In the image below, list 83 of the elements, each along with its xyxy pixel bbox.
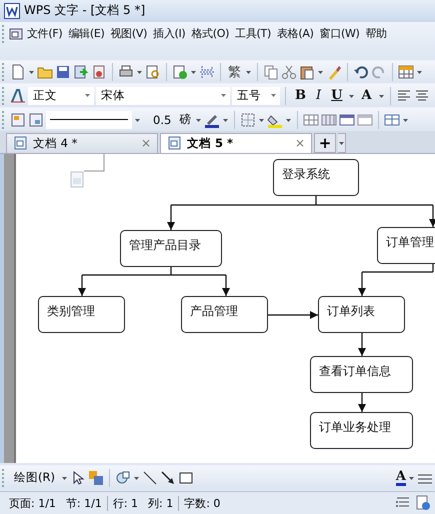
table-rows-icon[interactable] — [339, 112, 356, 128]
flowchart-node: 查看订单信息 — [310, 356, 413, 393]
menu-item[interactable]: 帮助 — [362, 26, 390, 42]
document-tab[interactable]: 文档 5 * × — [160, 132, 312, 153]
table-cells-icon[interactable] — [303, 112, 320, 128]
add-document-icon[interactable] — [172, 64, 188, 80]
document-tab-icon[interactable] — [13, 135, 29, 152]
menu-item[interactable]: 编辑(E) — [65, 26, 108, 42]
export-icon[interactable] — [73, 64, 89, 80]
font-dropdown[interactable]: 宋体 — [96, 86, 230, 105]
menu-item[interactable]: 格式(O) — [188, 26, 232, 42]
close-icon[interactable]: × — [140, 136, 151, 150]
menu-item[interactable]: 表格(A) — [274, 26, 317, 42]
styles-icon[interactable] — [10, 88, 26, 104]
connector-arrow — [222, 274, 230, 296]
flowchart-node: 类别管理 — [38, 296, 125, 333]
new-document-icon[interactable] — [10, 64, 26, 80]
undo-icon[interactable] — [353, 64, 369, 80]
unit-label: 磅 — [178, 112, 192, 128]
flowchart-node: 订单列表 — [318, 296, 405, 333]
flowchart-node: 订单业务处理 — [310, 412, 413, 449]
table-icon[interactable] — [398, 64, 414, 80]
window-title: WPS 文字 - [文档 5 *] — [24, 2, 146, 20]
status-item: 节: 1/1 — [64, 496, 103, 511]
connector-arrow — [78, 274, 86, 296]
flowchart-node: 管理产品目录 — [120, 230, 222, 267]
draw-menu[interactable]: 绘图(R) — [10, 470, 59, 486]
status-item: 字数: 0 — [178, 496, 226, 511]
document-icon[interactable] — [91, 64, 107, 80]
preview-icon[interactable] — [145, 64, 161, 80]
arrow-icon[interactable] — [160, 470, 176, 486]
menu-item[interactable]: 文件(F) — [24, 26, 66, 42]
document-icon — [70, 171, 84, 188]
frame-icon[interactable] — [10, 112, 26, 128]
flowchart-node: 订单管理 — [377, 226, 435, 264]
menu-item[interactable]: 窗口(W) — [316, 26, 363, 42]
rectangle-icon[interactable] — [178, 470, 194, 486]
new-tab-button[interactable]: + — [314, 132, 336, 153]
clipboard-icon[interactable] — [299, 64, 315, 80]
border-icon[interactable] — [240, 112, 256, 128]
style-dropdown[interactable]: 正文 — [28, 86, 94, 105]
status-item: 行: 1 — [106, 496, 144, 511]
document-tab-icon[interactable] — [167, 135, 183, 152]
shapes-icon[interactable] — [88, 470, 104, 486]
menu-document-icon[interactable] — [8, 26, 24, 42]
frame-icon[interactable] — [28, 112, 44, 128]
page-corner-mark — [84, 154, 104, 172]
italic-button[interactable]: I — [312, 88, 326, 104]
flowchart-node: 登录系统 — [273, 158, 359, 196]
connector-arrow — [358, 332, 366, 356]
underline-button[interactable]: U — [327, 88, 346, 104]
traditional-chinese-button[interactable]: 繁 — [226, 62, 243, 81]
document-icon[interactable] — [415, 495, 431, 512]
scissors-icon[interactable] — [281, 64, 297, 80]
menu-item[interactable]: 工具(T) — [232, 26, 274, 42]
connector-arrow — [268, 310, 318, 319]
font-size-dropdown[interactable]: 五号 — [232, 86, 280, 105]
line-icon[interactable] — [142, 470, 158, 486]
menu-item[interactable]: 视图(V) — [107, 26, 150, 42]
close-icon[interactable]: × — [294, 136, 305, 150]
line-style-dropdown[interactable] — [46, 110, 132, 129]
table-icon[interactable] — [384, 112, 400, 128]
font-size-button[interactable]: A — [357, 88, 376, 104]
document-tab[interactable]: 文档 4 * × — [6, 132, 158, 153]
app-logo-icon — [4, 2, 20, 19]
status-item: 页面: 1/1 — [8, 496, 57, 511]
connector-arrow — [167, 204, 175, 230]
window-icon[interactable] — [357, 112, 374, 128]
copy-icon[interactable] — [263, 64, 279, 80]
shapes-menu-icon[interactable] — [114, 470, 131, 486]
bold-button[interactable]: B — [291, 88, 310, 104]
flowchart-node: 产品管理 — [181, 296, 268, 333]
connector-arrow — [358, 392, 366, 412]
status-item: 列: 1 — [147, 496, 174, 511]
connector-arrow — [429, 204, 435, 227]
connector-arrow — [358, 272, 366, 296]
brush-icon[interactable] — [326, 64, 342, 80]
font-color-button[interactable]: A — [396, 470, 406, 486]
line-weight-value[interactable]: 0.5 — [143, 112, 176, 127]
table-columns-icon[interactable] — [321, 112, 338, 128]
save-icon[interactable] — [55, 64, 71, 80]
menu-item[interactable]: 插入(I) — [150, 26, 188, 42]
page-break-icon[interactable] — [199, 64, 215, 80]
